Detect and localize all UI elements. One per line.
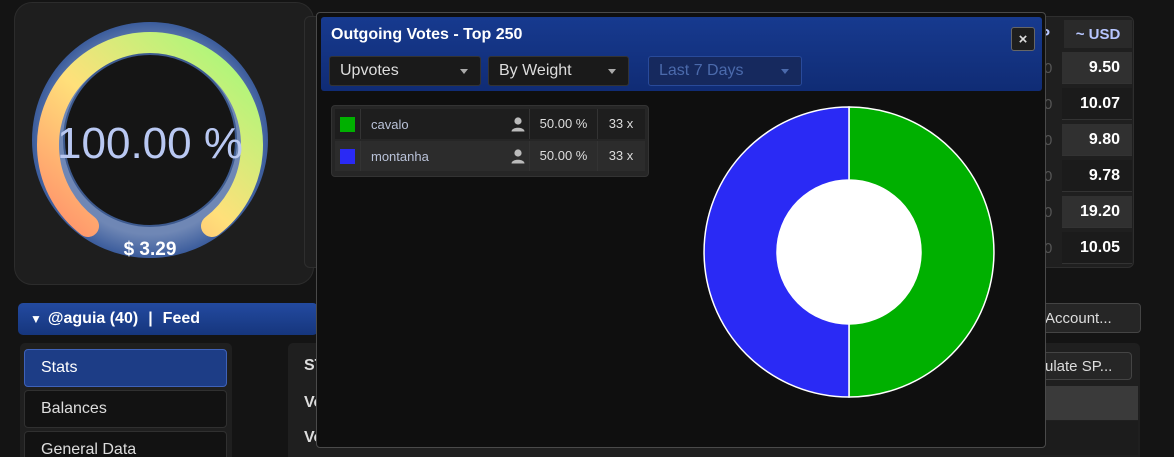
vote-type-select[interactable]: Upvotes (329, 56, 481, 86)
feed-link[interactable]: Feed (163, 310, 200, 328)
stats-row (1040, 386, 1138, 420)
chevron-down-icon (608, 69, 616, 74)
legend-swatch (340, 116, 355, 132)
legend-swatch (340, 148, 355, 164)
voting-power-gauge: 100.00 % $ 3.29 (32, 22, 268, 260)
account-button[interactable]: Account... (1040, 303, 1141, 333)
table-cell-partial: 0 (1044, 203, 1053, 221)
table-cell-usd: 19.20 (1062, 196, 1132, 228)
table-cell-usd: 9.50 (1062, 52, 1132, 84)
calculate-sp-button[interactable]: ulate SP... (1040, 352, 1132, 380)
table-cell-partial: 0 (1044, 95, 1053, 113)
legend-name[interactable]: montanha (361, 149, 506, 164)
table-cell-partial: 0 (1044, 239, 1053, 257)
stats-row (1040, 421, 1138, 455)
dialog-title: Outgoing Votes - Top 250 (331, 26, 523, 43)
legend-name[interactable]: cavalo (361, 117, 506, 132)
votes-donut-chart (703, 106, 995, 398)
legend-count: 33 x (608, 148, 634, 163)
period-select[interactable]: Last 7 Days (648, 56, 802, 86)
table-cell-usd: 9.78 (1062, 160, 1132, 192)
separator: | (148, 310, 153, 327)
period-value: Last 7 Days (659, 62, 744, 79)
chevron-down-icon (781, 69, 789, 74)
chevron-down-icon (460, 69, 468, 74)
donut-hole (777, 180, 921, 324)
caret-down-icon: ▼ (30, 312, 42, 326)
nav-item-stats[interactable]: Stats (24, 349, 227, 387)
column-header-usd[interactable]: ~ USD (1064, 20, 1132, 48)
legend-count: 33 x (608, 116, 634, 131)
legend-percent: 50.00 % (530, 109, 598, 139)
table-cell-usd: 10.07 (1062, 88, 1132, 120)
legend-row[interactable]: montanha 50.00 % 33 x (335, 141, 645, 171)
sort-value: By Weight (499, 62, 572, 79)
sort-select[interactable]: By Weight (488, 56, 629, 86)
table-cell-partial: 0 (1044, 167, 1053, 185)
table-cell-partial: 0 (1044, 131, 1053, 149)
account-name: @aguia (40) (47, 310, 139, 327)
votes-legend: cavalo 50.00 % 33 x montanha 50.00 % 33 … (331, 105, 649, 177)
user-icon[interactable] (506, 109, 530, 139)
table-cell-partial: 0 (1044, 59, 1053, 77)
account-feed-bar[interactable]: ▼ @aguia (40) | Feed (18, 303, 318, 335)
vote-type-value: Upvotes (340, 62, 399, 79)
user-icon[interactable] (506, 141, 530, 171)
dialog-header: Outgoing Votes - Top 250 × Upvotes By We… (321, 17, 1042, 91)
voting-power-percent: 100.00 % (57, 119, 243, 168)
legend-percent: 50.00 % (530, 141, 598, 171)
nav-item-general-data[interactable]: General Data (24, 431, 227, 457)
table-cell-usd: 9.80 (1062, 124, 1132, 156)
nav-item-balances[interactable]: Balances (24, 390, 227, 428)
legend-row[interactable]: cavalo 50.00 % 33 x (335, 109, 645, 139)
outgoing-votes-dialog: Outgoing Votes - Top 250 × Upvotes By We… (316, 12, 1046, 448)
vote-value: $ 3.29 (124, 239, 177, 260)
close-button[interactable]: × (1011, 27, 1035, 51)
table-cell-usd: 10.05 (1062, 232, 1132, 264)
